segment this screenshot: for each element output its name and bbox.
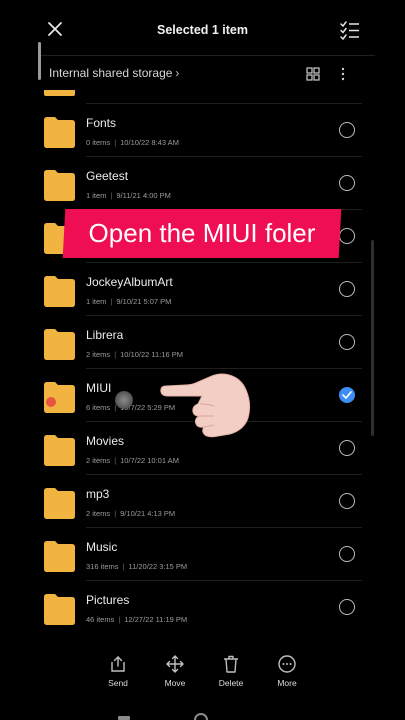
folder-icon <box>44 435 75 466</box>
select-checkbox[interactable] <box>339 228 355 244</box>
chevron-right-icon: › <box>175 66 180 80</box>
file-meta: 1 item | 9/10/21 5:07 PM <box>86 297 172 306</box>
file-name: Movies <box>86 434 125 448</box>
file-meta: 2 items | 9/10/21 4:13 PM <box>86 509 176 518</box>
file-meta: 1 item | 9/11/21 4:00 PM <box>86 191 171 200</box>
send-icon <box>111 656 125 672</box>
list-item[interactable]: Librera 2 items | 10/10/22 11:16 PM <box>0 317 405 369</box>
select-checkbox[interactable] <box>339 122 355 138</box>
more-icon <box>278 655 296 673</box>
folder-icon <box>44 594 75 625</box>
nav-recents-button[interactable] <box>118 716 130 720</box>
toolbar-divider <box>40 55 375 56</box>
move-icon <box>166 655 184 673</box>
touch-indicator <box>115 391 133 409</box>
grid-view-icon[interactable] <box>306 67 320 81</box>
file-name: Music <box>86 540 118 554</box>
select-checkbox[interactable] <box>339 599 355 615</box>
more-button[interactable]: More <box>257 654 317 688</box>
file-meta: 0 items | 10/10/22 8:43 AM <box>86 138 179 147</box>
delete-icon <box>224 655 238 673</box>
nav-home-button[interactable] <box>194 713 208 720</box>
list-scrollbar[interactable] <box>371 240 374 436</box>
app-badge-icon <box>46 397 56 407</box>
folder-icon <box>44 170 75 201</box>
folder-icon <box>44 276 75 307</box>
row-divider <box>86 527 362 528</box>
send-button[interactable]: Send <box>88 654 148 688</box>
row-divider <box>86 156 362 157</box>
file-meta: 46 items | 12/27/22 11:19 PM <box>86 615 188 624</box>
selection-toolbar: Selected 1 item <box>0 6 405 56</box>
row-divider <box>86 262 362 263</box>
file-meta: 2 items | 10/7/22 10:01 AM <box>86 456 179 465</box>
file-name: Pictures <box>86 593 130 607</box>
file-manager-screen: Selected 1 item Internal shared storage ›… <box>0 0 405 720</box>
select-checkbox[interactable] <box>339 493 355 509</box>
file-name: Fonts <box>86 116 117 130</box>
list-item[interactable]: mp3 2 items | 9/10/21 4:13 PM <box>0 476 405 528</box>
delete-button[interactable]: Delete <box>201 654 261 688</box>
folder-icon <box>44 329 75 360</box>
select-all-icon[interactable] <box>338 18 362 42</box>
file-meta: 316 items | 11/20/22 3:15 PM <box>86 562 188 571</box>
folder-icon <box>44 117 75 148</box>
pointing-hand-icon <box>160 373 251 438</box>
file-meta: 2 items | 10/10/22 11:16 PM <box>86 350 183 359</box>
file-name: mp3 <box>86 487 110 501</box>
select-checkbox[interactable] <box>339 334 355 350</box>
breadcrumb-path: Internal shared storage <box>49 66 173 80</box>
tutorial-banner: Open the MIUI foler <box>88 218 316 248</box>
file-name: MIUI <box>86 381 112 395</box>
checkmark-icon <box>342 391 352 399</box>
file-list: Fonts 0 items | 10/10/22 8:43 AM Geetest 1… <box>0 90 405 630</box>
list-item[interactable]: Pictures 46 items | 12/27/22 11:19 PM <box>0 582 405 634</box>
list-item[interactable]: JockeyAlbumArt 1 item | 9/10/21 5:07 PM <box>0 264 405 316</box>
select-checkbox[interactable] <box>339 546 355 562</box>
file-name: Librera <box>86 328 124 342</box>
folder-icon <box>44 488 75 519</box>
row-divider <box>86 315 362 316</box>
overflow-menu-icon[interactable] <box>340 67 346 81</box>
action-bar: Send Move Delete More <box>0 640 405 720</box>
file-name: JockeyAlbumArt <box>86 275 173 289</box>
row-divider <box>86 474 362 475</box>
list-item[interactable]: Fonts 0 items | 10/10/22 8:43 AM <box>0 105 405 157</box>
row-divider <box>86 580 362 581</box>
select-checkbox[interactable] <box>339 281 355 297</box>
list-item[interactable]: Music 316 items | 11/20/22 3:15 PM <box>0 529 405 581</box>
list-item[interactable]: Geetest 1 item | 9/11/21 4:00 PM <box>0 158 405 210</box>
file-name: Geetest <box>86 169 129 183</box>
folder-icon <box>44 541 75 572</box>
select-checkbox[interactable] <box>339 440 355 456</box>
edge-scroll-indicator <box>38 42 41 80</box>
select-checkbox-checked[interactable] <box>339 387 355 403</box>
select-checkbox[interactable] <box>339 175 355 191</box>
breadcrumb[interactable]: Internal shared storage › <box>49 66 179 80</box>
move-button[interactable]: Move <box>145 654 205 688</box>
